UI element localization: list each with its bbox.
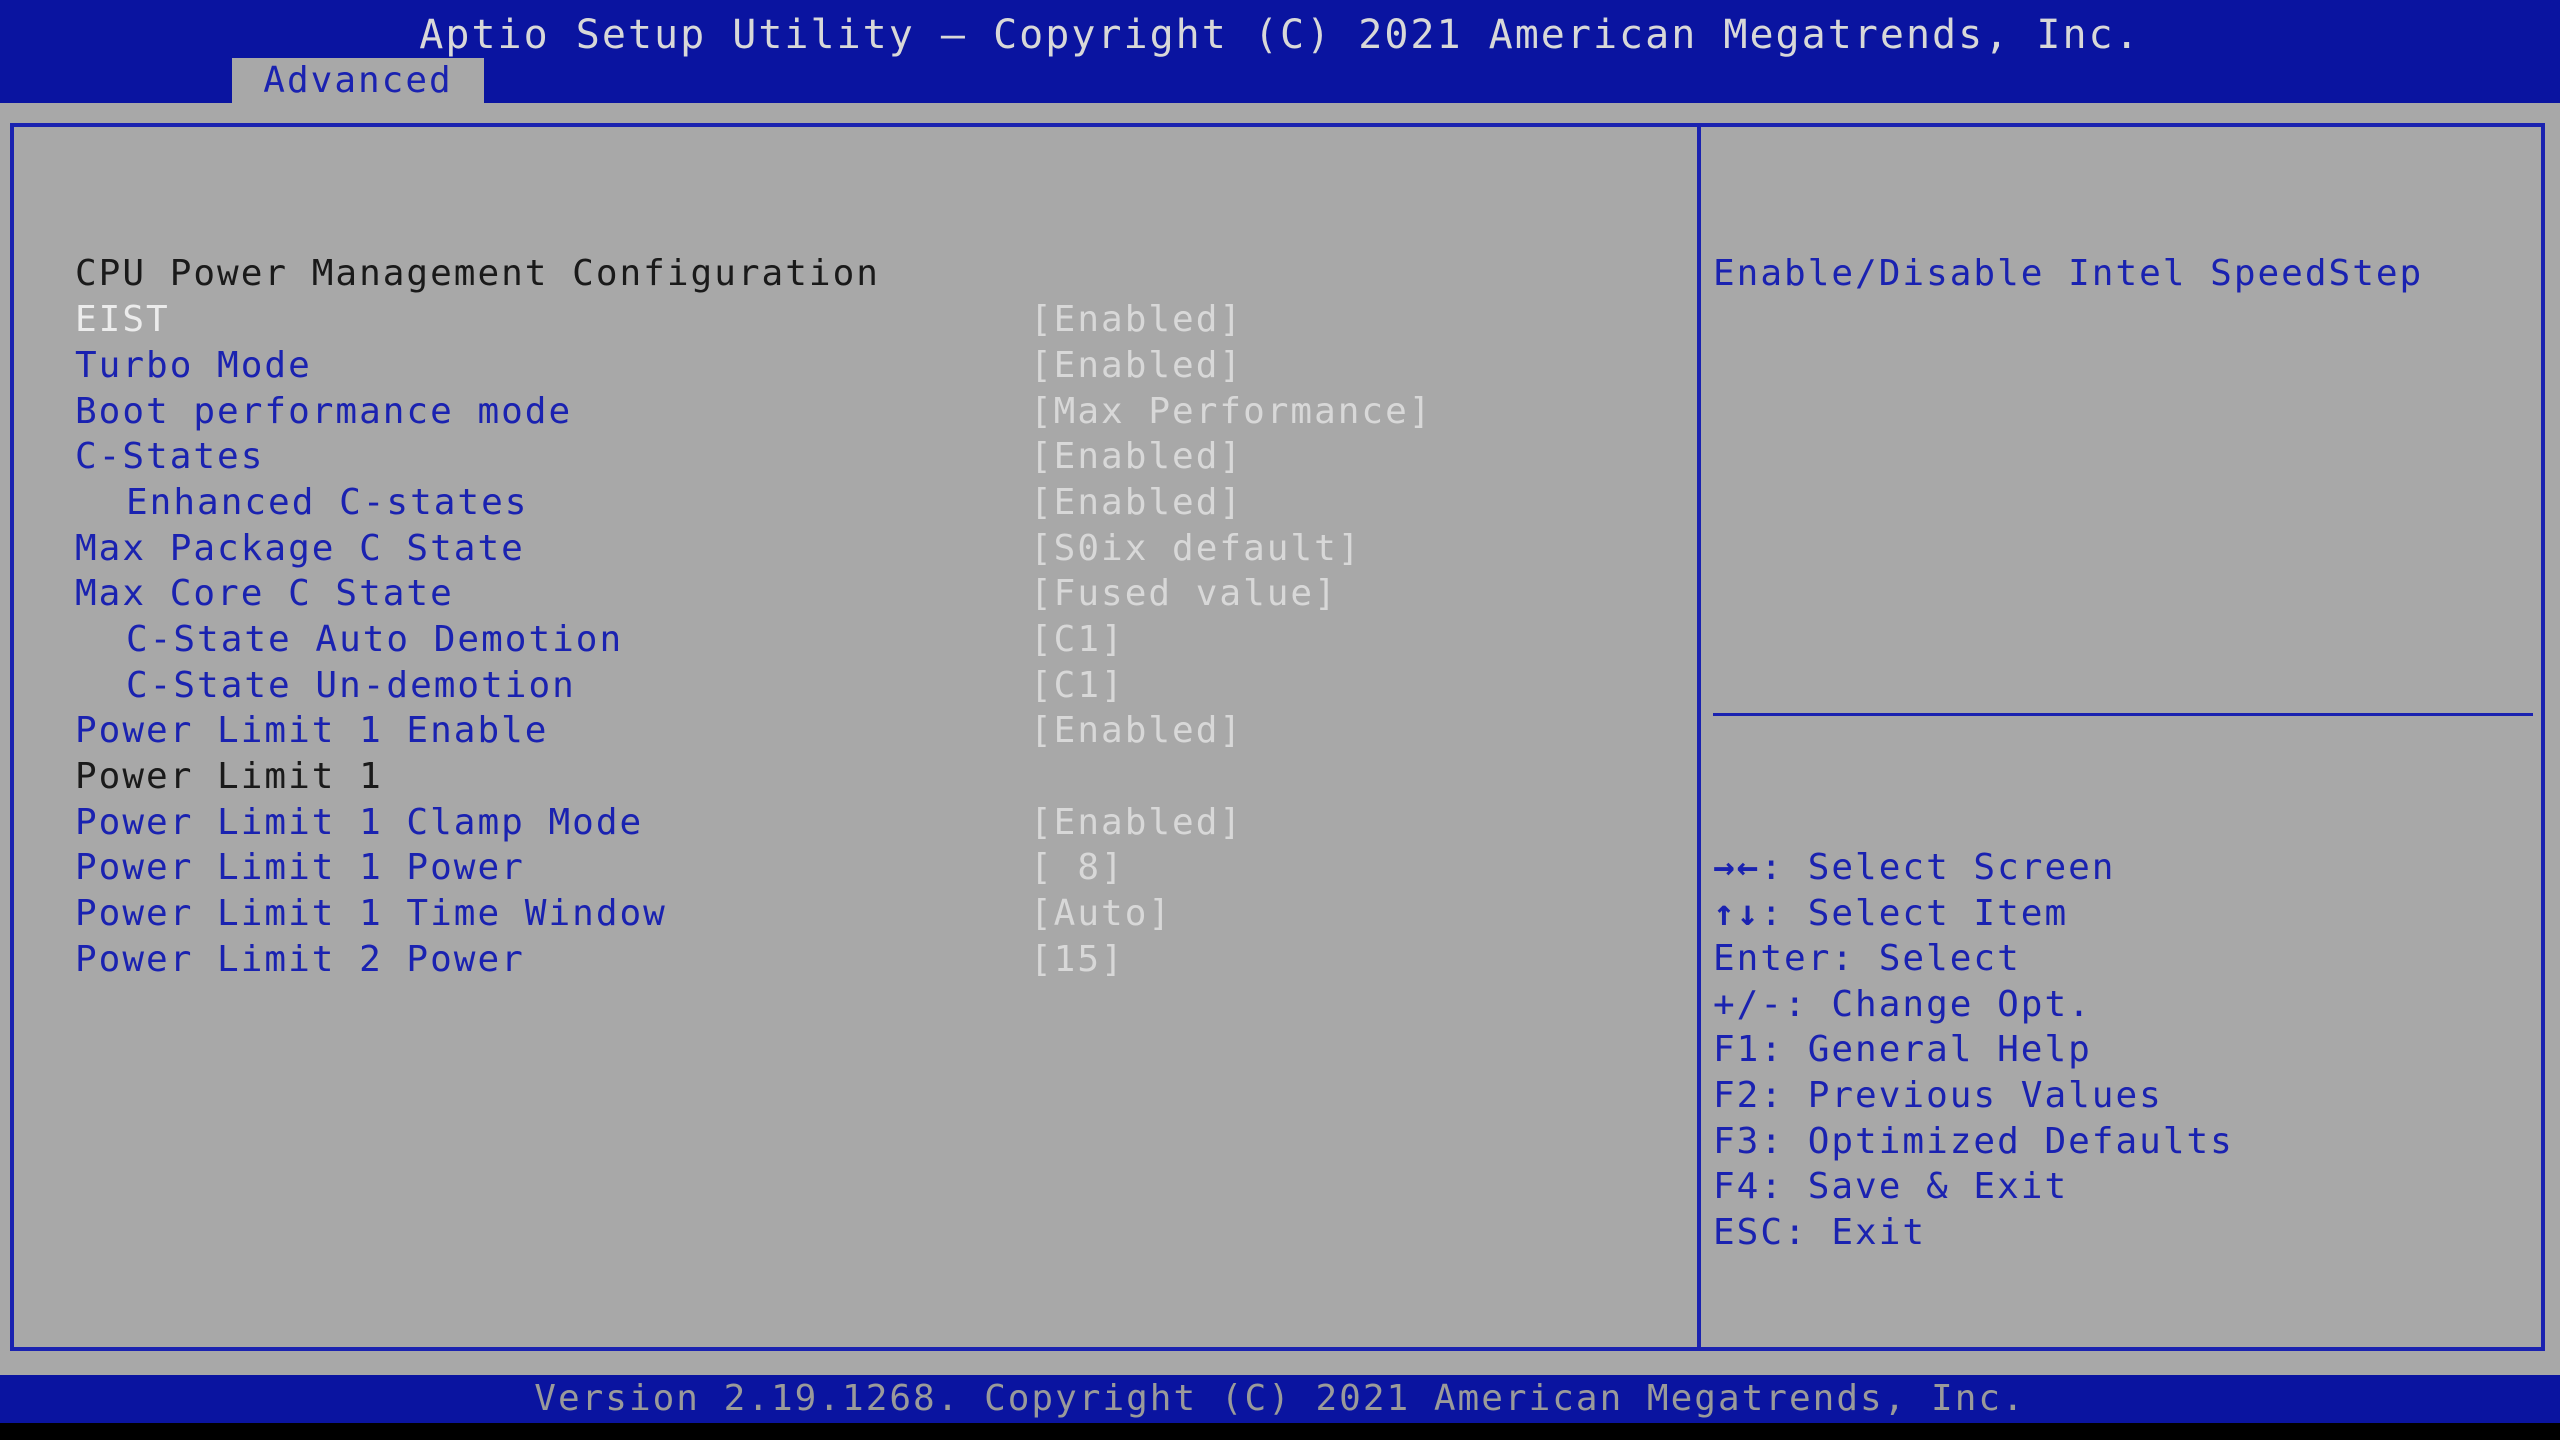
setting-value[interactable]: [Enabled] [1030,708,1243,754]
setting-value[interactable]: [Fused value] [1030,571,1338,617]
key-description: : Previous Values [1760,1074,2163,1116]
key-name: Enter [1713,938,1832,980]
setting-power-limit-1-time-window[interactable]: Power Limit 1 Time Window [Auto] [75,891,1685,937]
setting-value[interactable]: [ 8] [1030,845,1125,891]
key-f4: F4: Save & Exit [1713,1164,2533,1210]
help-text: Enable/Disable Intel SpeedStep [1713,253,2424,294]
setting-label: C-State Un-demotion [126,665,576,706]
setting-value[interactable]: [Enabled] [1030,480,1243,526]
setting-label: Max Core C State [75,573,454,614]
setting-turbo-mode[interactable]: Turbo Mode [Enabled] [75,343,1685,389]
key-description: : Exit [1784,1211,1927,1253]
key-select-item: ↑↓: Select Item [1713,891,2533,937]
section-title-row: CPU Power Management Configuration [75,251,1685,297]
help-divider [1713,713,2533,716]
setting-power-limit-1-clamp-mode[interactable]: Power Limit 1 Clamp Mode [Enabled] [75,800,1685,846]
key-name: F2 [1713,1074,1761,1116]
key-f1: F1: General Help [1713,1027,2533,1073]
footer-bar: Version 2.19.1268. Copyright (C) 2021 Am… [0,1375,2560,1423]
key-description: : Change Opt. [1784,983,2092,1025]
key-description: : Optimized Defaults [1760,1120,2234,1162]
key-description: : Select [1831,938,2021,980]
setting-label: Power Limit 1 [75,756,383,797]
setting-label: Boot performance mode [75,391,573,432]
setting-power-limit-1: Power Limit 1 [75,754,1685,800]
key-name: F1 [1713,1029,1761,1071]
utility-title: Aptio Setup Utility – Copyright (C) 2021… [419,12,2141,58]
key-name: F4 [1713,1166,1761,1208]
key-name: +/- [1713,983,1785,1025]
setting-value[interactable]: [Max Performance] [1030,389,1432,435]
setting-label: EIST [75,299,170,340]
title-bar: Aptio Setup Utility – Copyright (C) 2021… [0,0,2560,103]
setting-value[interactable]: [Enabled] [1030,434,1243,480]
key-change-opt: +/-: Change Opt. [1713,982,2533,1028]
panel-divider [1697,123,1701,1351]
setting-value[interactable]: [Enabled] [1030,297,1243,343]
tab-advanced[interactable]: Advanced [232,58,484,103]
setting-label: Power Limit 2 Power [75,939,525,980]
setting-value[interactable]: [S0ix default] [1030,526,1361,572]
key-select-screen: →←: Select Screen [1713,845,2533,891]
setting-max-core-c-state[interactable]: Max Core C State [Fused value] [75,571,1685,617]
arrow-up-down-icon: ↑↓ [1713,892,1761,934]
setting-value[interactable]: [Enabled] [1030,343,1243,389]
key-description: : Select Screen [1760,847,2116,888]
section-title: CPU Power Management Configuration [75,253,880,294]
setting-label: Turbo Mode [75,345,312,386]
setting-label: C-States [75,436,265,477]
setting-value[interactable]: [C1] [1030,663,1125,709]
setting-label: Power Limit 1 Enable [75,710,549,751]
setting-c-state-auto-demotion[interactable]: C-State Auto Demotion [C1] [75,617,1685,663]
setting-label: Power Limit 1 Power [75,847,525,888]
setting-value[interactable]: [Enabled] [1030,800,1243,846]
setting-value[interactable]: [Auto] [1030,891,1172,937]
version-text: Version 2.19.1268. Copyright (C) 2021 Am… [534,1378,2026,1419]
setting-label: Power Limit 1 Clamp Mode [75,802,644,843]
key-esc: ESC: Exit [1713,1210,2533,1256]
setting-value[interactable]: [C1] [1030,617,1125,663]
key-description: : Save & Exit [1760,1166,2069,1208]
setting-power-limit-1-enable[interactable]: Power Limit 1 Enable [Enabled] [75,708,1685,754]
main-panel: CPU Power Management Configuration EIST … [0,103,2560,1375]
setting-power-limit-1-power[interactable]: Power Limit 1 Power [ 8] [75,845,1685,891]
setting-max-package-c-state[interactable]: Max Package C State [S0ix default] [75,526,1685,572]
setting-enhanced-c-states[interactable]: Enhanced C-states [Enabled] [75,480,1685,526]
key-name: ESC [1713,1211,1785,1253]
key-description: : Select Item [1760,892,2069,934]
setting-value[interactable]: [15] [1030,937,1125,983]
setting-label: Enhanced C-states [126,482,529,523]
setting-label: C-State Auto Demotion [126,619,624,660]
key-f2: F2: Previous Values [1713,1073,2533,1119]
arrow-left-right-icon: →← [1713,847,1761,888]
setting-boot-performance-mode[interactable]: Boot performance mode [Max Performance] [75,389,1685,435]
setting-c-states[interactable]: C-States [Enabled] [75,434,1685,480]
key-name: F3 [1713,1120,1761,1162]
key-enter: Enter: Select [1713,936,2533,982]
setting-power-limit-2-power[interactable]: Power Limit 2 Power [15] [75,937,1685,983]
key-description: : General Help [1760,1029,2092,1071]
setting-label: Max Package C State [75,528,525,569]
setting-label: Power Limit 1 Time Window [75,893,667,934]
key-f3: F3: Optimized Defaults [1713,1119,2533,1165]
setting-c-state-un-demotion[interactable]: C-State Un-demotion [C1] [75,663,1685,709]
key-legend: →←: Select Screen ↑↓: Select Item Enter:… [1713,845,2533,1255]
setting-eist[interactable]: EIST [Enabled] [75,297,1685,343]
